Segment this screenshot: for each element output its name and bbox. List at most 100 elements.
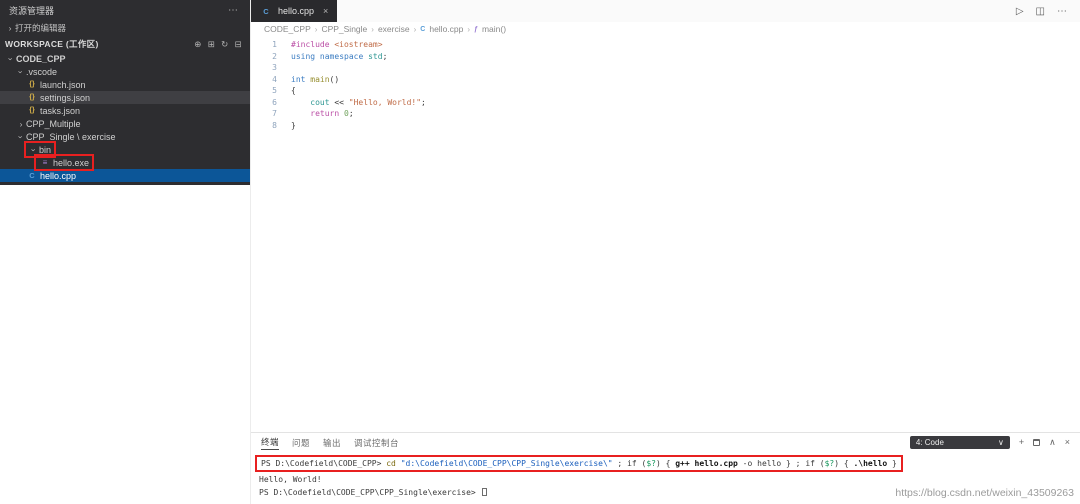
more-actions-icon[interactable]: ⋯ [228, 5, 238, 16]
code-line: 4 int main() [251, 74, 1080, 86]
chevron-down-icon: ∨ [998, 437, 1004, 447]
tree-item-settings-json[interactable]: {} settings.json [0, 91, 250, 104]
code-line: 1 #include <iostream> [251, 39, 1080, 51]
tab-title: hello.cpp [278, 6, 315, 16]
breadcrumb: CODE_CPP › CPP_Single › exercise › Chello.cpp ›… [251, 22, 1080, 36]
watermark-url: https://blog.csdn.net/weixin_43509263 [895, 487, 1074, 499]
tree-item-label: CPP_Single \ exercise [26, 131, 116, 142]
panel-header: 终端 问题 输出 调试控制台 4: Code ∨ + ∧ × [251, 433, 1080, 451]
breadcrumb-separator-icon: › [314, 24, 318, 34]
explorer-panel: 资源管理器 ⋯ › 打开的编辑器 WORKSPACE (工作区) ⊕ ⊞ ↻ ⊟… [0, 0, 250, 185]
panel-tab-idx3[interactable]: 调试控制台 [354, 435, 399, 450]
tree-item-cpp-single-exercise[interactable]: › CPP_Single \ exercise [0, 130, 250, 143]
explorer-title: 资源管理器 [9, 5, 55, 16]
code-text: int main() [291, 74, 340, 84]
tree-item-tasks-json[interactable]: {} tasks.json [0, 104, 250, 117]
chevron-down-icon: › [16, 70, 26, 73]
split-editor-icon[interactable]: ◫ [1036, 6, 1045, 17]
workspace-actions: ⊕ ⊞ ↻ ⊟ [194, 39, 242, 50]
cpp-file-icon: C [420, 25, 426, 33]
terminal-cursor [481, 488, 487, 496]
file-tree: › CODE_CPP › .vscode{} launch.json{} settings… [0, 52, 250, 182]
cpp-file-icon: C [263, 6, 269, 16]
code-editor[interactable]: 1 #include <iostream> 2 using namespace std… [251, 36, 1080, 432]
terminal-selector-value: 4: Code [915, 437, 944, 447]
tree-item-label: tasks.json [40, 105, 81, 116]
explorer-sidebar: 资源管理器 ⋯ › 打开的编辑器 WORKSPACE (工作区) ⊕ ⊞ ↻ ⊟… [0, 0, 250, 504]
open-editors-label: 打开的编辑器 [15, 23, 67, 33]
symbol-method-icon: ƒ [474, 25, 478, 33]
chevron-down-icon: › [29, 148, 39, 151]
maximize-panel-icon[interactable]: ∧ [1049, 437, 1056, 447]
kill-terminal-icon[interactable] [1033, 438, 1041, 446]
new-terminal-icon[interactable]: + [1019, 437, 1024, 447]
tree-item-hello-exe[interactable]: ≡ hello.exe [0, 154, 250, 171]
breadcrumb-item-main[interactable]: main() [482, 24, 506, 34]
line-number: 4 [272, 74, 277, 84]
tree-item-bin[interactable]: › bin [0, 141, 250, 158]
tree-item-code-cpp[interactable]: › CODE_CPP [0, 52, 250, 65]
code-text: cout << "Hello, World!"; [310, 97, 426, 107]
breadcrumb-separator-icon: › [467, 24, 471, 34]
chevron-right-icon: › [8, 23, 12, 33]
line-number: 5 [272, 86, 277, 95]
code-text: using namespace std; [291, 51, 388, 61]
json-file-icon: {} [29, 94, 35, 101]
line-number: 6 [272, 97, 277, 107]
tree-item-cpp-multiple[interactable]: › CPP_Multiple [0, 117, 250, 130]
tree-item-label: launch.json [40, 79, 86, 90]
line-number: 8 [272, 120, 277, 130]
code-line: 6 cout << "Hello, World!"; [251, 97, 1080, 109]
line-number: 3 [272, 63, 277, 72]
breadcrumb-item-hello-cpp[interactable]: hello.cpp [429, 24, 463, 34]
run-button[interactable]: ▷ [1016, 6, 1024, 17]
code-line: 7 return 0; [251, 108, 1080, 120]
tree-item-label: CODE_CPP [16, 53, 66, 64]
code-text: return 0; [310, 109, 354, 118]
close-panel-icon[interactable]: × [1065, 437, 1070, 447]
code-line: 2 using namespace std; [251, 51, 1080, 63]
exe-file-icon: ≡ [42, 158, 48, 167]
breadcrumb-separator-icon: › [371, 24, 374, 34]
breadcrumb-separator-icon: › [413, 24, 417, 34]
terminal-selector-dropdown[interactable]: 4: Code ∨ [909, 435, 1010, 449]
close-tab-icon[interactable]: × [323, 6, 328, 16]
code-line: 5{ [251, 85, 1080, 97]
code-text: #include <iostream> [291, 40, 383, 49]
json-file-icon: {} [29, 81, 35, 88]
explorer-header: 资源管理器 ⋯ [0, 0, 250, 20]
tree-item-launch-json[interactable]: {} launch.json [0, 78, 250, 91]
code-text: { [291, 86, 296, 95]
open-editors-section[interactable]: › 打开的编辑器 [0, 20, 250, 36]
tree-item-vscode[interactable]: › .vscode [0, 65, 250, 78]
terminal-line: Hello, World! [259, 475, 322, 484]
tree-item-label: hello.exe [53, 157, 90, 168]
panel-tab-idx0[interactable]: 终端 [261, 434, 280, 450]
editor-actions: ▷ ◫ ⋯ [1016, 6, 1067, 17]
new-file-icon[interactable]: ⊕ [194, 39, 201, 50]
chevron-down-icon: › [16, 135, 26, 138]
panel-tab-idx2[interactable]: 输出 [323, 435, 341, 450]
collapse-folders-icon[interactable]: ⊟ [235, 39, 242, 50]
new-folder-icon[interactable]: ⊞ [208, 39, 215, 50]
editor-tabbar: C hello.cpp × ▷ ◫ ⋯ [251, 0, 1080, 22]
tab-hello-cpp[interactable]: C hello.cpp × [251, 0, 338, 22]
refresh-icon[interactable]: ↻ [221, 39, 228, 50]
breadcrumb-item-cpp-single[interactable]: CPP_Single [321, 24, 367, 34]
chevron-right-icon: › [19, 118, 23, 129]
tree-item-hello-cpp[interactable]: Chello.cpp [0, 169, 250, 182]
breadcrumb-item-code-cpp[interactable]: CODE_CPP [264, 24, 311, 34]
tree-item-label: CPP_Multiple [26, 118, 81, 129]
breadcrumb-item-exercise[interactable]: exercise [378, 24, 410, 34]
panel-tabs: 终端 问题 输出 调试控制台 [261, 434, 412, 450]
tree-item-label: bin [39, 144, 52, 155]
panel-controls: 4: Code ∨ + ∧ × [909, 435, 1070, 449]
tree-item-label: settings.json [40, 92, 91, 103]
workspace-label: WORKSPACE (工作区) [5, 39, 99, 49]
tree-item-label: .vscode [26, 66, 58, 77]
panel-tab-idx1[interactable]: 问题 [292, 435, 310, 450]
line-number: 1 [272, 40, 277, 49]
cpp-file-icon: C [29, 171, 35, 180]
editor-more-actions-icon[interactable]: ⋯ [1057, 6, 1067, 17]
workspace-section-header[interactable]: WORKSPACE (工作区) ⊕ ⊞ ↻ ⊟ [0, 36, 250, 52]
